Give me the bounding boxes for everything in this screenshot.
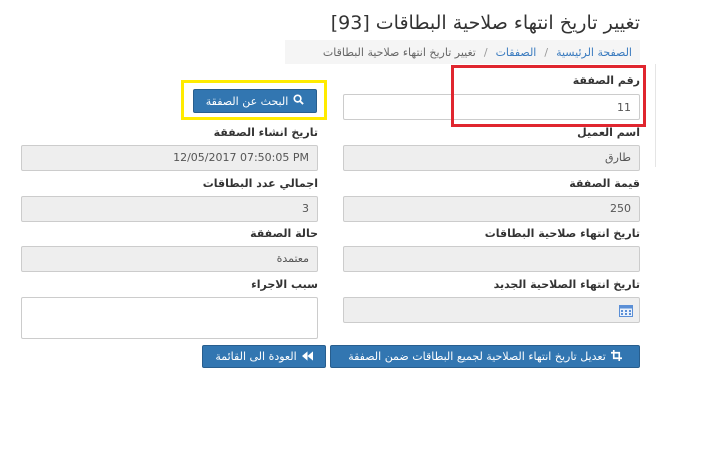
procedure-reason-textarea[interactable] [21, 297, 318, 339]
update-expiry-button[interactable]: تعديل تاريخ انتهاء الصلاحية لجميع البطاق… [330, 345, 640, 368]
page-title: تغيير تاريخ انتهاء صلاحية البطاقات [93] [330, 12, 640, 34]
breadcrumb-current: تغيير تاريخ انتهاء صلاحية البطاقات [322, 45, 476, 59]
total-cards-field: 3 [21, 196, 318, 222]
yellow-highlight-box [181, 80, 327, 120]
deal-created-date-field: 12/05/2017 07:50:05 PM [21, 145, 318, 171]
red-highlight-box [451, 65, 646, 127]
double-chevron-icon [301, 350, 313, 364]
breadcrumb: الصفحة الرئيسية / الصفقات / تغيير تاريخ … [285, 40, 640, 64]
deal-status-label: حالة الصفقة [250, 227, 318, 240]
back-to-list-button-label: العودة الى القائمة [215, 350, 297, 363]
breadcrumb-home-link[interactable]: الصفحة الرئيسية [556, 46, 632, 59]
breadcrumb-separator: / [544, 45, 549, 59]
total-cards-label: اجمالي عدد البطاقات [202, 177, 318, 190]
deal-created-date-label: تاريخ انشاء الصفقة [213, 126, 318, 139]
side-divider [655, 64, 656, 167]
breadcrumb-deals-link[interactable]: الصفقات [496, 46, 537, 59]
deal-value-label: قيمة الصفقة [569, 177, 640, 190]
crop-icon [610, 349, 622, 364]
customer-name-label: اسم العميل [577, 126, 640, 139]
customer-name-field: طارق [343, 145, 640, 171]
update-expiry-button-label: تعديل تاريخ انتهاء الصلاحية لجميع البطاق… [348, 350, 606, 363]
new-expiry-date-label: تاريخ انتهاء الصلاحية الجديد [493, 278, 640, 291]
cards-expiry-date-field [343, 246, 640, 272]
new-expiry-date-input[interactable] [343, 297, 640, 323]
breadcrumb-separator: / [483, 45, 488, 59]
deal-status-field: معتمدة [21, 246, 318, 272]
deal-value-field: 250 [343, 196, 640, 222]
cards-expiry-date-label: تاريخ انتهاء صلاحية البطاقات [484, 227, 640, 240]
calendar-icon[interactable] [619, 302, 633, 317]
back-to-list-button[interactable]: العودة الى القائمة [202, 345, 326, 368]
procedure-reason-label: سبب الاجراء [251, 278, 318, 291]
